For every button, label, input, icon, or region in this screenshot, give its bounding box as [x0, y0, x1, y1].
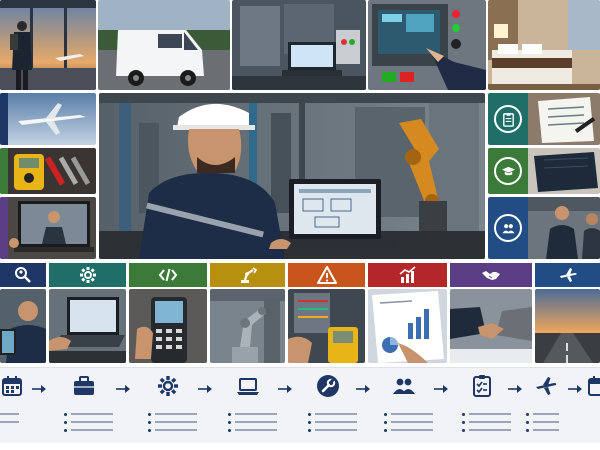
calendar-icon	[0, 374, 24, 398]
documentation-badge	[488, 93, 528, 145]
step-text-lines	[462, 410, 522, 434]
team-icon	[392, 374, 416, 398]
photo-handshake	[450, 289, 532, 363]
search-user-badge	[0, 263, 46, 287]
step-text-lines	[64, 410, 124, 434]
arrow-right-icon	[116, 381, 130, 393]
handshake-badge	[450, 263, 532, 287]
warning-badge	[288, 263, 365, 287]
timeline-step-maintenance	[308, 374, 357, 438]
photo-video-call	[0, 197, 96, 259]
photo-highway-sunset	[535, 289, 600, 363]
photo-traveler-airport	[0, 0, 96, 90]
timeline-step-team	[384, 374, 433, 438]
search-user-icon	[13, 265, 33, 285]
step-text-lines	[384, 410, 444, 434]
checklist-icon	[470, 374, 494, 398]
airplane-icon	[534, 374, 558, 398]
robot-arm-badge	[210, 263, 285, 287]
photo-handheld-terminal	[129, 289, 207, 363]
photo-technician-tablet	[0, 289, 46, 363]
photo-airplane-sky	[0, 93, 96, 145]
airplane-icon	[558, 265, 578, 285]
briefcase-icon	[72, 374, 96, 398]
timeline-step-checklist	[462, 374, 511, 438]
arrow-right-icon	[198, 381, 212, 393]
code-badge	[129, 263, 207, 287]
timeline-step-travel	[526, 374, 566, 438]
timeline-step-schedule	[0, 374, 32, 438]
training-badge	[488, 148, 528, 194]
team-badge	[488, 197, 528, 259]
timeline-step-setup	[148, 374, 197, 438]
photo-robot-arm	[210, 289, 285, 363]
step-text-lines	[308, 410, 368, 434]
photo-operator-touchscreen	[368, 0, 486, 90]
photo-engineer-laptop-robotics	[99, 93, 485, 259]
calendar-icon	[586, 374, 600, 398]
chart-up-icon	[398, 265, 418, 285]
step-text-lines	[228, 410, 288, 434]
panel-training	[488, 148, 600, 194]
wrench-icon	[316, 374, 340, 398]
airplane-badge	[535, 263, 600, 287]
chart-up-badge	[368, 263, 447, 287]
gear-badge	[49, 263, 126, 287]
timeline-step-programming	[228, 374, 277, 438]
robot-arm-icon	[238, 265, 258, 285]
graduation-cap-icon	[494, 157, 522, 185]
arrow-right-icon	[32, 381, 46, 393]
code-icon	[158, 265, 178, 285]
step-text-lines	[526, 410, 586, 434]
photo-control-panel-laptop	[232, 0, 366, 90]
step-text-lines	[0, 410, 52, 426]
photo-multimeter-tools	[0, 148, 96, 194]
panel-team-meeting	[488, 197, 600, 259]
gear-icon	[156, 374, 180, 398]
handshake-icon	[481, 265, 501, 285]
arrow-right-icon	[508, 381, 522, 393]
arrow-right-icon	[356, 381, 370, 393]
gear-icon	[78, 265, 98, 285]
photo-hotel-room	[488, 0, 600, 90]
arrow-right-icon	[434, 381, 448, 393]
panel-documentation	[488, 93, 600, 145]
photo-report-charts	[368, 289, 447, 363]
photo-white-van	[98, 0, 230, 90]
photo-laptop-work	[49, 289, 126, 363]
warning-icon	[316, 265, 337, 285]
laptop-icon	[236, 374, 260, 398]
photo-electrical-testing	[288, 289, 365, 363]
timeline-step-briefing	[64, 374, 113, 438]
clipboard-icon	[494, 105, 522, 133]
team-icon	[494, 214, 522, 242]
process-timeline	[0, 367, 600, 443]
collage	[0, 0, 600, 450]
step-text-lines	[148, 410, 208, 434]
timeline-step-next-schedule	[578, 374, 600, 438]
arrow-right-icon	[278, 381, 292, 393]
